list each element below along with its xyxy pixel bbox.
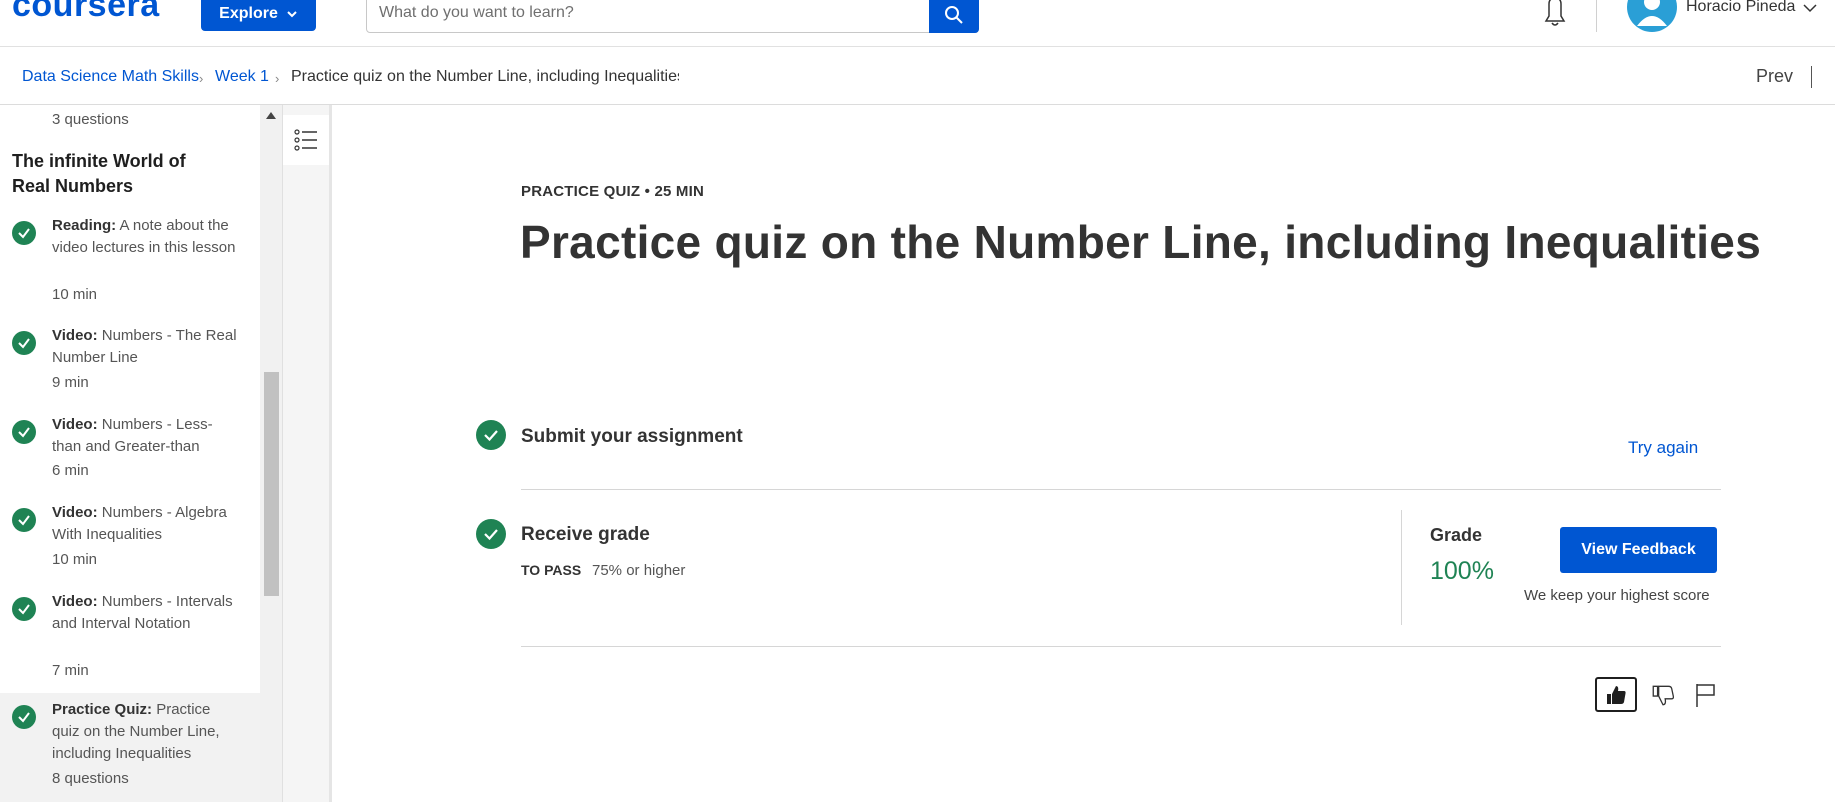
breadcrumb-course-link[interactable]: Data Science Math Skills bbox=[22, 68, 199, 86]
search-icon bbox=[945, 5, 963, 24]
notifications-bell-icon[interactable] bbox=[1538, 0, 1572, 28]
search-box bbox=[366, 0, 979, 33]
sidebar-item-count: 3 questions bbox=[52, 111, 129, 128]
user-menu-chevron-icon[interactable] bbox=[1803, 2, 1817, 14]
search-input[interactable] bbox=[379, 1, 919, 25]
sidebar-item-duration: 8 questions bbox=[52, 770, 129, 787]
report-flag-button[interactable] bbox=[1692, 679, 1718, 711]
top-navigation-bar: coursera Explore Horacio Pineda bbox=[0, 0, 1835, 47]
sidebar-item-label: Reading: A note about the video lectures… bbox=[52, 217, 236, 256]
sidebar-item-label: Video: Numbers - Algebra With Inequaliti… bbox=[52, 504, 227, 543]
divider bbox=[521, 489, 1721, 490]
course-sidebar: 3 questions The infinite World of Real N… bbox=[0, 105, 260, 802]
prev-button[interactable]: Prev bbox=[1756, 66, 1793, 87]
completed-check-icon bbox=[476, 519, 506, 549]
sidebar-item-label: Video: Numbers - The Real Number Line bbox=[52, 327, 237, 366]
scroll-up-arrow-icon[interactable] bbox=[266, 112, 276, 119]
dislike-button[interactable] bbox=[1648, 679, 1678, 711]
scrollbar-thumb[interactable] bbox=[264, 372, 279, 596]
to-pass-value: 75% or higher bbox=[592, 562, 686, 579]
completed-check-icon bbox=[12, 221, 36, 245]
receive-grade-label: Receive grade bbox=[521, 524, 650, 545]
breadcrumb-separator-icon: › bbox=[275, 71, 280, 86]
try-again-link[interactable]: Try again bbox=[1628, 438, 1698, 458]
sidebar-item-practice-quiz-active[interactable]: Practice Quiz: Practice quiz on the Numb… bbox=[0, 693, 260, 802]
thumbs-up-icon bbox=[1607, 685, 1626, 704]
completed-check-icon bbox=[12, 705, 36, 729]
search-button[interactable] bbox=[929, 0, 979, 33]
thumbs-down-icon bbox=[1652, 685, 1675, 706]
sidebar-item-video[interactable]: Video: Numbers - Algebra With Inequaliti… bbox=[0, 502, 260, 582]
header-divider bbox=[1596, 0, 1597, 32]
toc-rail bbox=[282, 105, 332, 802]
page-title: Practice quiz on the Number Line, includ… bbox=[520, 216, 1762, 268]
quiz-meta: PRACTICE QUIZ • 25 MIN bbox=[521, 183, 705, 200]
divider bbox=[521, 646, 1721, 647]
sidebar-item-duration: 10 min bbox=[52, 286, 98, 303]
sidebar-item-label: Video: Numbers - Less-than and Greater-t… bbox=[52, 416, 213, 455]
to-pass-label: TO PASS bbox=[521, 562, 582, 578]
sidebar-item-label: Video: Numbers - Intervals and Interval … bbox=[52, 593, 233, 632]
coursera-logo[interactable]: coursera bbox=[12, 0, 160, 25]
list-icon bbox=[294, 129, 317, 151]
sidebar-item-duration: 6 min bbox=[52, 462, 89, 479]
view-feedback-button[interactable]: View Feedback bbox=[1560, 527, 1717, 573]
explore-label: Explore bbox=[219, 4, 278, 22]
completed-check-icon bbox=[12, 508, 36, 532]
sidebar-item-video[interactable]: Video: Numbers - The Real Number Line 9 … bbox=[0, 325, 260, 405]
sidebar-item-label: Practice Quiz: Practice quiz on the Numb… bbox=[52, 701, 220, 762]
grade-value: 100% bbox=[1430, 557, 1494, 585]
completed-check-icon bbox=[12, 420, 36, 444]
grade-label: Grade bbox=[1430, 525, 1483, 545]
sidebar-section-heading: The infinite World of Real Numbers bbox=[12, 151, 186, 196]
completed-check-icon bbox=[12, 597, 36, 621]
breadcrumb-week-link[interactable]: Week 1 bbox=[215, 68, 269, 86]
sidebar-item-video[interactable]: Video: Numbers - Intervals and Interval … bbox=[0, 591, 260, 689]
user-name[interactable]: Horacio Pineda bbox=[1686, 0, 1795, 16]
breadcrumb: Data Science Math Skills › Week 1 › Prac… bbox=[0, 48, 1835, 105]
sidebar-item-duration: 9 min bbox=[52, 374, 89, 391]
explore-button[interactable]: Explore bbox=[201, 0, 316, 31]
sidebar-item-duration: 10 min bbox=[52, 551, 98, 568]
toc-toggle-button[interactable] bbox=[283, 115, 329, 165]
flag-icon bbox=[1696, 684, 1715, 707]
submit-assignment-label: Submit your assignment bbox=[521, 426, 743, 447]
vertical-divider bbox=[1401, 510, 1402, 625]
completed-check-icon bbox=[476, 420, 506, 450]
sidebar-item-video[interactable]: Video: Numbers - Less-than and Greater-t… bbox=[0, 414, 260, 494]
user-avatar[interactable] bbox=[1627, 0, 1677, 32]
sidebar-item-duration: 7 min bbox=[52, 662, 89, 679]
completed-check-icon bbox=[12, 331, 36, 355]
highest-score-note: We keep your highest score bbox=[1524, 587, 1710, 604]
breadcrumb-current-item: Practice quiz on the Number Line, includ… bbox=[291, 68, 679, 85]
like-button[interactable] bbox=[1595, 677, 1637, 712]
chevron-down-icon bbox=[287, 10, 297, 17]
nav-divider bbox=[1811, 66, 1812, 88]
sidebar-item-reading[interactable]: Reading: A note about the video lectures… bbox=[0, 215, 260, 315]
breadcrumb-separator-icon: › bbox=[199, 71, 204, 86]
